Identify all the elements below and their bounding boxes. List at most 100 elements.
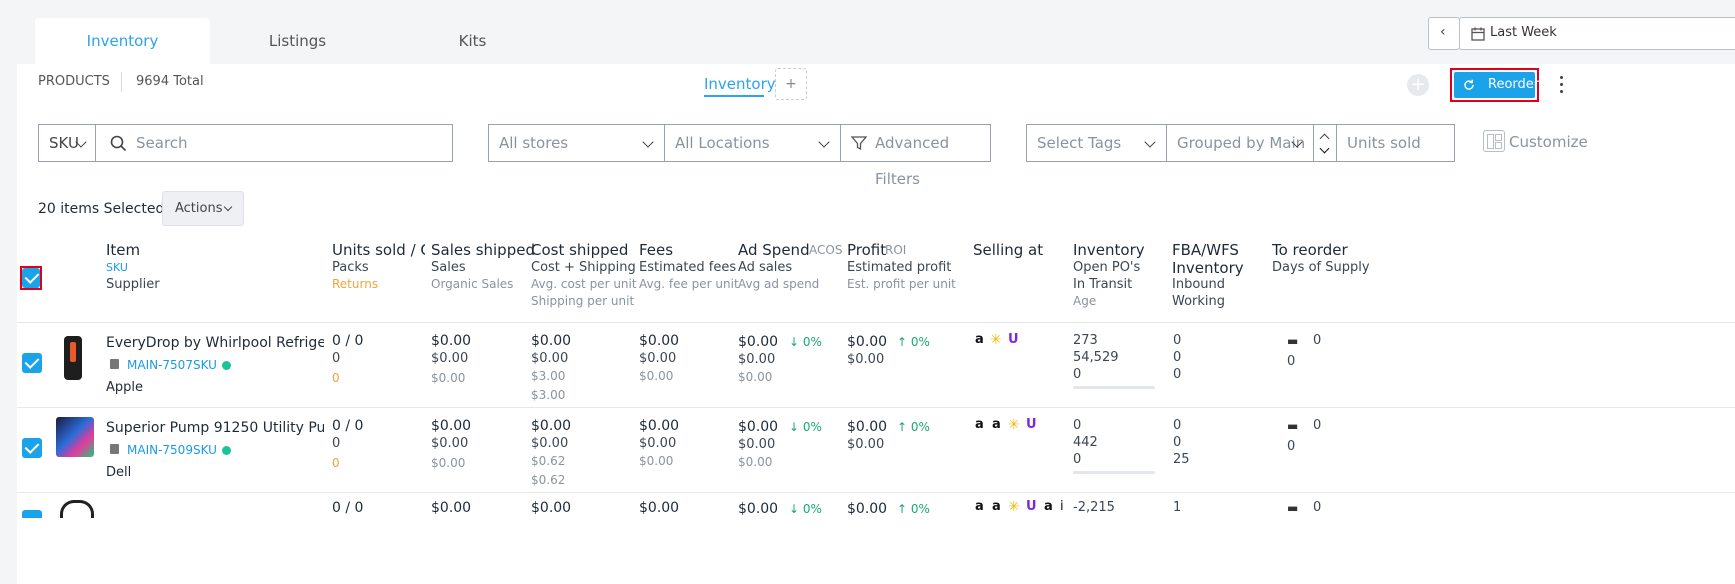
product-name[interactable]: Superior Pump 91250 Utility Pump, Thermo… [106, 420, 324, 436]
cost-shipped-value: $0.00 [531, 500, 572, 516]
col-inventory[interactable]: Inventory [1073, 241, 1145, 259]
col-ad-sales: Ad sales [738, 260, 793, 275]
col-to-reorder[interactable]: To reorder [1272, 241, 1348, 259]
col-roi[interactable]: ROI [885, 243, 906, 257]
chevron-up-icon [1319, 133, 1330, 144]
roi-value: ↑ 0% [897, 420, 930, 434]
reorder-flag-icon: ▬ [1287, 419, 1299, 433]
product-sku[interactable]: MAIN-7507SKU [127, 358, 231, 372]
reorder-button[interactable]: Reorder [1454, 72, 1539, 98]
date-prev-button[interactable]: ‹ [1428, 17, 1460, 50]
inventory-value: 273 [1073, 333, 1098, 348]
avg-fee-value: $0.00 [639, 369, 674, 383]
row-divider [17, 492, 1735, 493]
select-all-checkbox[interactable] [22, 268, 40, 288]
profit-value: $0.00 [847, 334, 888, 350]
profit-value: $0.00 [847, 419, 888, 435]
reorder-label: Reorder [1488, 77, 1540, 92]
col-ad-spend[interactable]: Ad Spend [738, 241, 810, 259]
refresh-icon [1464, 79, 1474, 90]
more-options-icon[interactable] [1560, 76, 1564, 96]
ad-sales-value: $0.00 [738, 352, 776, 367]
info-icon[interactable]: i [1060, 499, 1064, 514]
advanced-filters-button[interactable]: Advanced Filters [840, 124, 991, 188]
search-input[interactable]: Search [95, 124, 453, 162]
product-sku[interactable]: MAIN-7509SKU [127, 443, 231, 457]
open-pos-value: 54,529 [1073, 350, 1119, 365]
grouping-select[interactable]: Grouped by Main [1166, 124, 1314, 162]
acos-value: ↓ 0% [789, 335, 822, 349]
walmart-icon[interactable]: ✳ [1008, 417, 1020, 433]
cost-shipping-value: $0.00 [531, 436, 569, 451]
units-sold-orders: 0 / 0 [332, 333, 364, 349]
stores-select-label: All stores [499, 134, 569, 152]
col-item[interactable]: Item [106, 241, 140, 259]
grouping-select-label: Grouped by Main [1177, 134, 1306, 152]
product-thumbnail[interactable] [64, 336, 82, 380]
magnet-icon[interactable]: U [1008, 332, 1019, 347]
ad-spend-value: $0.00 [738, 501, 779, 517]
tags-select[interactable]: Select Tags [1026, 124, 1167, 162]
copy-icon[interactable] [110, 444, 119, 454]
locations-select[interactable]: All Locations [664, 124, 841, 162]
col-units-sold[interactable]: Units sold / Orders [332, 241, 425, 259]
add-circle-icon[interactable]: + [1407, 74, 1429, 96]
customize-button[interactable]: Customize [1509, 133, 1588, 151]
col-organic-sales: Organic Sales [431, 277, 514, 291]
tab-kits[interactable]: Kits [385, 18, 560, 64]
sku-select[interactable]: SKU [38, 124, 96, 162]
col-cost-shipped[interactable]: Cost shipped [531, 241, 628, 259]
row-checkbox[interactable] [22, 353, 42, 373]
copy-icon[interactable] [110, 359, 119, 369]
fees-value: $0.00 [639, 418, 680, 434]
tab-listings[interactable]: Listings [210, 18, 385, 64]
profit-value: $0.00 [847, 501, 888, 517]
filter-icon [851, 136, 867, 151]
col-fees[interactable]: Fees [639, 241, 673, 259]
walmart-icon[interactable]: ✳ [1008, 499, 1020, 515]
days-of-supply-value: 0 [1287, 354, 1296, 369]
view-tab-inventory[interactable]: Inventory [704, 75, 776, 93]
sales-value: $0.00 [431, 351, 469, 366]
actions-button[interactable]: Actions [162, 191, 244, 226]
col-age: Age [1073, 294, 1097, 308]
sort-direction-toggle[interactable] [1313, 124, 1337, 162]
col-sales-shipped[interactable]: Sales shipped [431, 241, 535, 259]
chevron-down-icon [1144, 136, 1156, 148]
avg-fee-value: $0.00 [639, 454, 674, 468]
amazon-icon[interactable]: a [975, 499, 984, 514]
row-checkbox[interactable] [22, 438, 42, 458]
fees-value: $0.00 [639, 500, 680, 516]
col-fba-wfs[interactable]: FBA/WFS [1172, 241, 1239, 259]
amazon-icon[interactable]: a [992, 417, 1001, 432]
sort-field-input[interactable]: Units sold [1336, 124, 1455, 162]
sales-shipped-value: $0.00 [431, 418, 472, 434]
tab-inventory[interactable]: Inventory [35, 18, 210, 64]
magnet-icon[interactable]: U [1026, 417, 1037, 432]
cost-shipped-value: $0.00 [531, 333, 572, 349]
date-range-picker[interactable]: Last Week [1459, 17, 1735, 50]
chevron-down-icon [1319, 143, 1330, 154]
product-thumbnail[interactable] [56, 417, 94, 457]
amazon-icon[interactable]: a [975, 417, 984, 432]
stores-select[interactable]: All stores [488, 124, 665, 162]
amazon-icon[interactable]: a [992, 499, 1001, 514]
magnet-icon[interactable]: U [1026, 499, 1037, 514]
product-name[interactable]: EveryDrop by Whirlpool Refrigerator Wate… [106, 335, 324, 351]
open-pos-value: 442 [1073, 435, 1098, 450]
status-dot [221, 446, 231, 455]
age-progress-bar [1073, 386, 1155, 389]
col-inbound: Inbound [1172, 277, 1226, 292]
customize-columns-icon[interactable] [1483, 130, 1505, 152]
shipping-per-unit-value: $3.00 [531, 388, 566, 402]
units-sold-orders: 0 / 0 [332, 418, 364, 434]
packs-value: 0 [332, 436, 341, 451]
amazon-icon[interactable]: a [975, 332, 984, 347]
walmart-icon[interactable]: ✳ [990, 332, 1002, 348]
col-acos[interactable]: ACOS [809, 243, 842, 257]
add-view-button[interactable]: + [775, 68, 807, 100]
amazon-icon[interactable]: a [1044, 499, 1053, 514]
col-avg-cost: Avg. cost per unit [531, 277, 637, 291]
col-selling-at: Selling at [973, 241, 1044, 259]
col-profit[interactable]: Profit [847, 241, 886, 259]
